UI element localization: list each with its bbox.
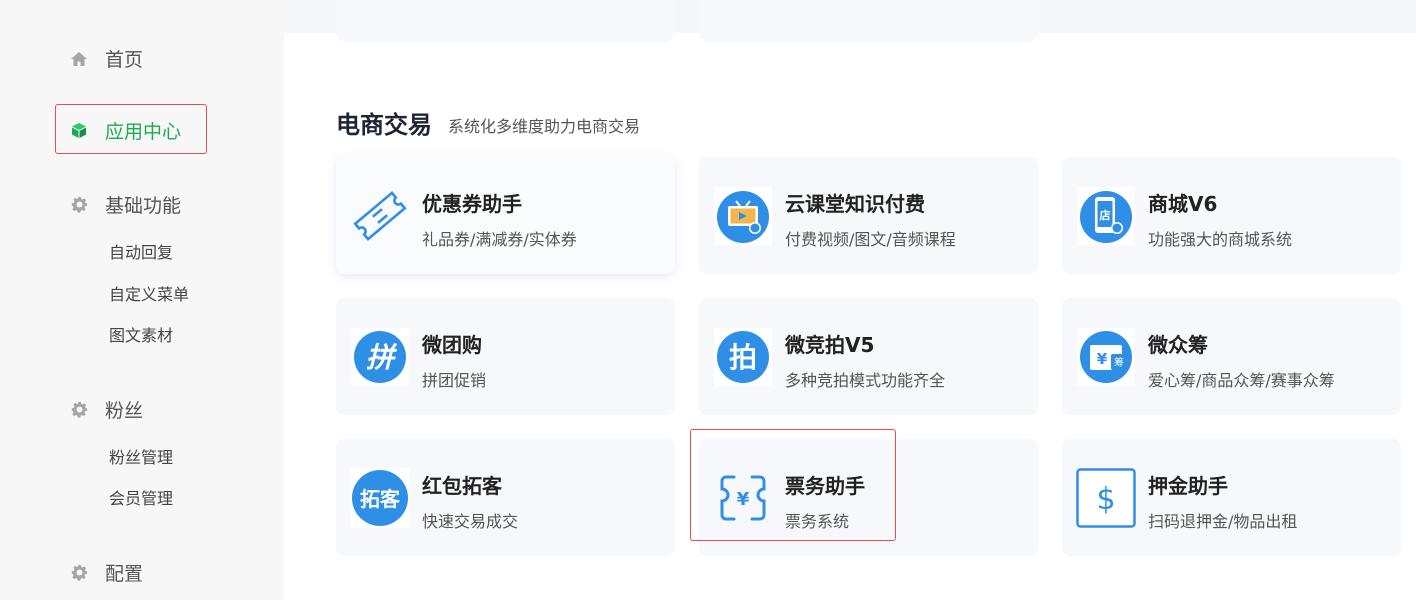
crowdfunding-badge: 筹 [1114, 356, 1124, 369]
card-title: 微团购 [422, 333, 482, 357]
red-packet-glyph: 拓客 [360, 487, 401, 511]
nav-fans-label: 粉丝 [105, 400, 144, 422]
nav-home-label: 首页 [105, 49, 144, 71]
ticket-glyph: ¥ [737, 489, 750, 510]
nav-auto-reply[interactable]: 自动回复 [109, 239, 173, 263]
coupon-icon [350, 186, 410, 246]
card-title: 票务助手 [785, 474, 865, 498]
previous-card-edge [336, 0, 675, 42]
crowdfunding-glyph: ¥ [1097, 350, 1108, 368]
nav-app-center-label: 应用中心 [105, 121, 182, 143]
cube-icon [68, 120, 90, 142]
nav-basic[interactable]: 基础功能 [68, 191, 181, 218]
nav-fans[interactable]: 粉丝 [68, 396, 143, 423]
app-card-red-packet[interactable]: 拓客 红包拓客 快速交易成交 [336, 439, 675, 556]
card-title: 押金助手 [1148, 474, 1228, 498]
auction-icon: 拍 [713, 327, 773, 387]
card-title: 云课堂知识付费 [785, 192, 925, 216]
card-desc: 多种竞拍模式功能齐全 [785, 371, 946, 390]
card-title: 红包拓客 [422, 474, 502, 498]
gear-icon [68, 194, 90, 216]
deposit-glyph: $ [1096, 482, 1115, 517]
app-card-deposit[interactable]: $ 押金助手 扫码退押金/物品出租 [1062, 439, 1401, 556]
deposit-icon: $ [1076, 468, 1136, 528]
red-packet-icon: 拓客 [350, 468, 410, 528]
nav-config-label: 配置 [105, 563, 144, 585]
app-card-coupon[interactable]: 优惠券助手 礼品券/满减券/实体券 [336, 157, 675, 274]
previous-card-edge [699, 0, 1038, 42]
card-desc: 爱心筹/商品众筹/赛事众筹 [1148, 371, 1335, 390]
shop-glyph: 店 [1100, 208, 1111, 222]
app-card-ticketing[interactable]: ¥ 票务助手 票务系统 [699, 439, 1038, 556]
auction-glyph: 拍 [729, 341, 757, 374]
app-card-auction[interactable]: 拍 微竞拍V5 多种竞拍模式功能齐全 [699, 298, 1038, 415]
nav-media-library[interactable]: 图文素材 [109, 322, 173, 346]
nav-fans-manage[interactable]: 粉丝管理 [109, 444, 173, 468]
card-desc: 扫码退押金/物品出租 [1148, 512, 1298, 531]
card-desc: 票务系统 [785, 512, 850, 531]
card-title: 商城V6 [1148, 192, 1218, 216]
gear-icon [68, 562, 90, 584]
section-title: 电商交易 [336, 111, 432, 139]
nav-member-manage[interactable]: 会员管理 [109, 485, 173, 509]
card-title: 微竞拍V5 [785, 333, 875, 357]
card-title: 优惠券助手 [422, 192, 522, 216]
nav-basic-label: 基础功能 [105, 195, 182, 217]
card-desc: 礼品券/满减券/实体券 [422, 230, 577, 249]
card-desc: 快速交易成交 [422, 512, 519, 531]
nav-home[interactable]: 首页 [68, 45, 143, 72]
home-icon [68, 48, 90, 70]
card-desc: 功能强大的商城系统 [1148, 230, 1293, 249]
app-card-cloud-course[interactable]: 云课堂知识付费 付费视频/图文/音频课程 [699, 157, 1038, 274]
app-card-group-buy[interactable]: 拼 微团购 拼团促销 [336, 298, 675, 415]
group-buy-icon: 拼 [350, 327, 410, 387]
card-desc: 付费视频/图文/音频课程 [785, 230, 956, 249]
card-title: 微众筹 [1148, 333, 1208, 357]
group-buy-glyph: 拼 [366, 341, 398, 374]
shop-phone-icon: 店 [1076, 186, 1136, 246]
card-desc: 拼团促销 [422, 371, 487, 390]
nav-app-center[interactable]: 应用中心 [68, 117, 181, 144]
app-card-crowdfunding[interactable]: ¥ 筹 微众筹 爱心筹/商品众筹/赛事众筹 [1062, 298, 1401, 415]
crowdfunding-icon: ¥ 筹 [1076, 327, 1136, 387]
sidebar: 首页 应用中心 基础功能 自动回复 自定义菜单 图文素材 粉丝 粉丝管理 会员管… [0, 0, 284, 600]
ticket-icon: ¥ [713, 468, 773, 528]
nav-custom-menu[interactable]: 自定义菜单 [109, 281, 189, 305]
section-subtitle: 系统化多维度助力电商交易 [448, 117, 641, 136]
app-card-mall-v6[interactable]: 店 商城V6 功能强大的商城系统 [1062, 157, 1401, 274]
nav-config[interactable]: 配置 [68, 559, 143, 586]
video-course-icon [713, 186, 773, 246]
gear-icon [68, 399, 90, 421]
